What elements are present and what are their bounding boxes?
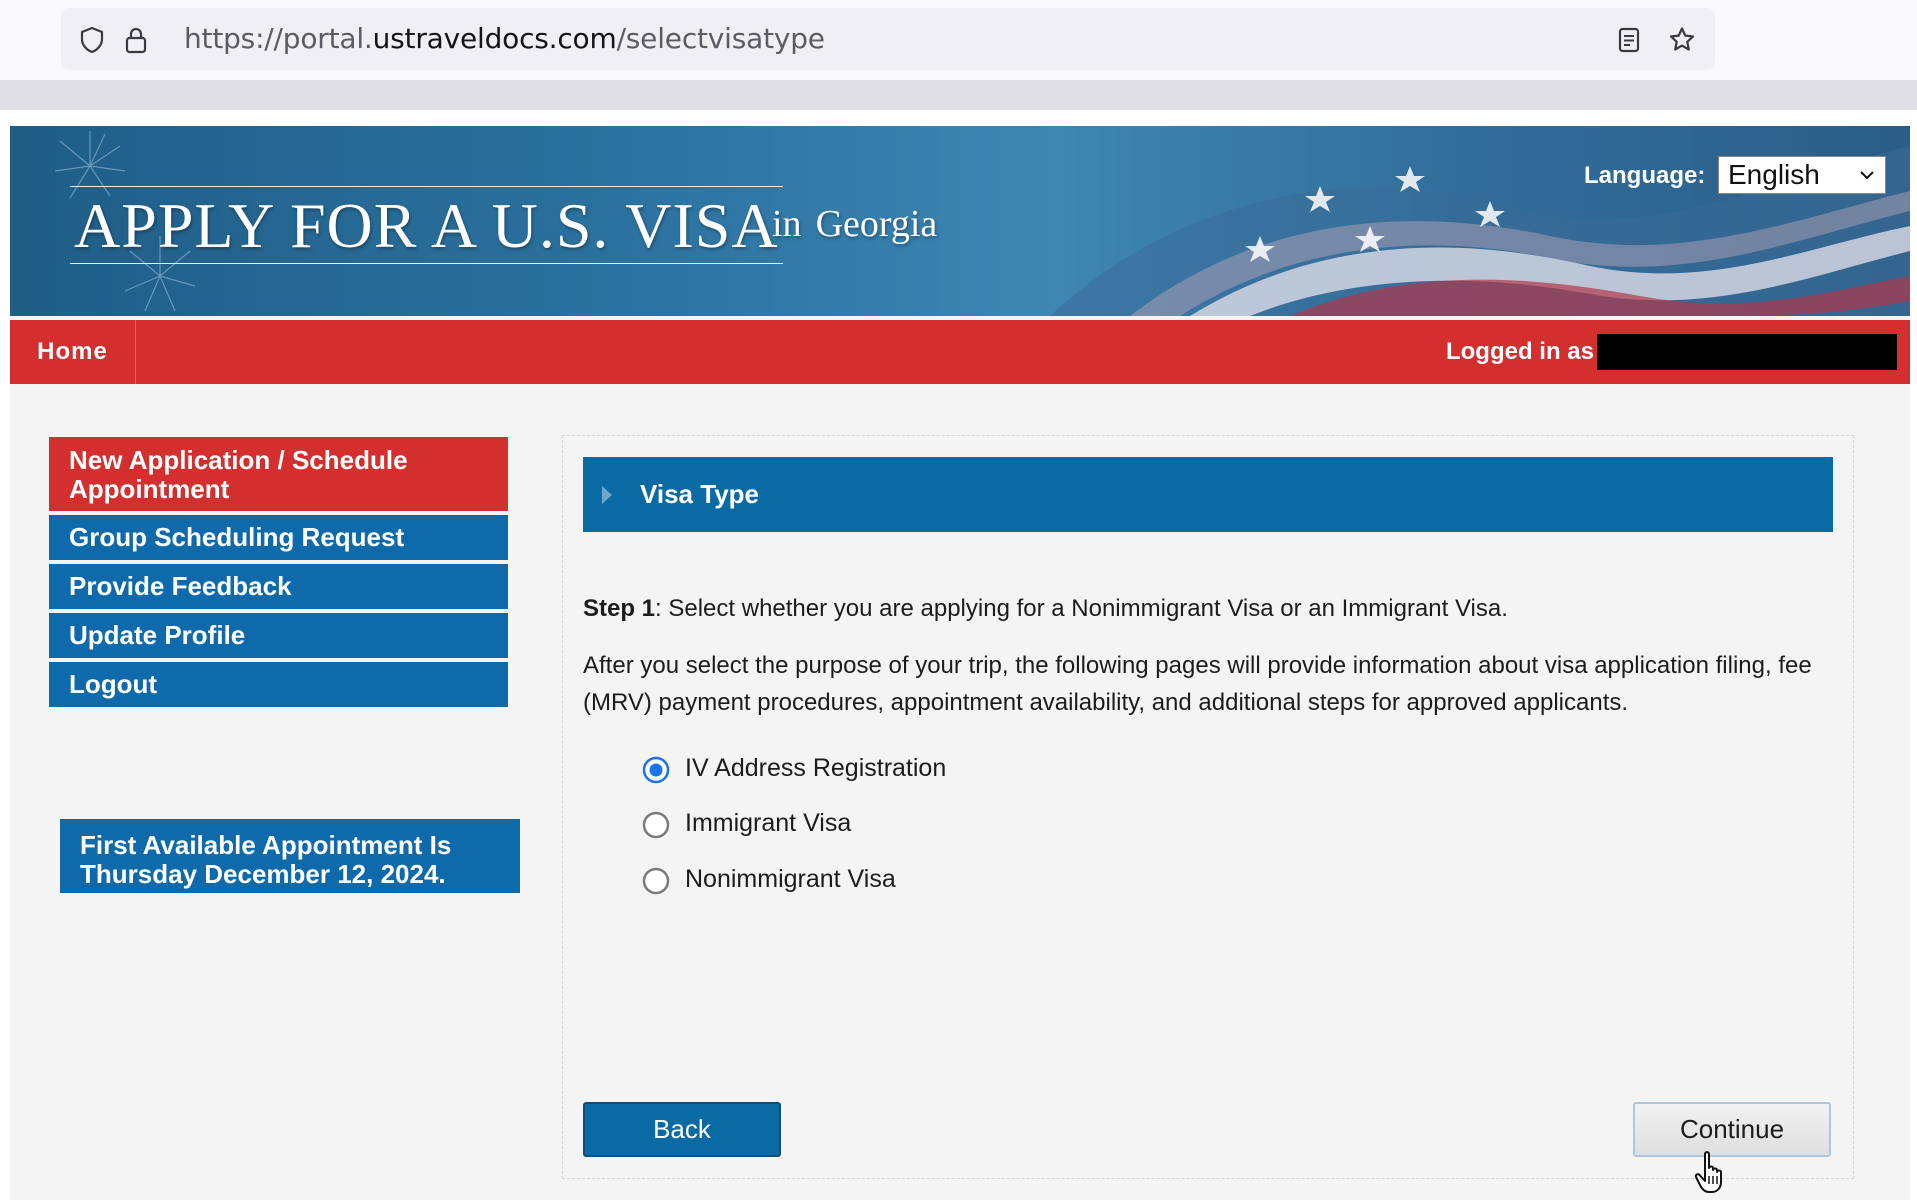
continue-button[interactable]: Continue <box>1633 1102 1831 1157</box>
language-value: English <box>1728 159 1820 190</box>
language-select[interactable]: English <box>1718 156 1886 194</box>
browser-chrome: https://portal.ustraveldocs.com/selectvi… <box>0 0 1917 110</box>
home-link[interactable]: Home <box>10 320 136 384</box>
hand-cursor-icon <box>1694 1151 1722 1193</box>
radio-label: Immigrant Visa <box>685 809 852 837</box>
header-banner: APPLY FOR A U.S. VISA in Georgia Language… <box>10 126 1910 316</box>
chevron-down-icon <box>1860 171 1874 180</box>
in-label: in <box>772 203 802 245</box>
expand-triangle-icon <box>602 486 612 504</box>
shield-icon[interactable] <box>77 25 107 55</box>
sidebar-item-group-scheduling[interactable]: Group Scheduling Request <box>49 515 508 560</box>
language-label: Language: <box>1584 162 1706 189</box>
site-title: APPLY FOR A U.S. VISA <box>74 190 779 261</box>
sidebar-item-provide-feedback[interactable]: Provide Feedback <box>49 564 508 609</box>
bookmark-star-icon[interactable] <box>1667 25 1697 55</box>
sidebar-item-logout[interactable]: Logout <box>49 662 508 707</box>
radio-unselected-icon[interactable] <box>642 811 670 839</box>
step-text: : Select whether you are applying for a … <box>655 595 1508 622</box>
country-name: Georgia <box>815 203 938 245</box>
radio-label: IV Address Registration <box>685 754 947 782</box>
site-title-box: APPLY FOR A U.S. VISA <box>70 186 783 264</box>
lock-icon[interactable] <box>121 25 151 55</box>
toolbar-strip <box>0 80 1917 110</box>
top-navbar: Home Logged in as <box>10 320 1910 384</box>
first-available-appointment: First Available Appointment Is Thursday … <box>60 819 520 893</box>
visa-type-title: Visa Type <box>640 479 759 509</box>
radio-unselected-icon[interactable] <box>642 867 670 895</box>
step-label: Step 1 <box>583 595 656 622</box>
country-indicator: in Georgia <box>772 202 937 246</box>
radio-label: Nonimmigrant Visa <box>685 865 896 893</box>
back-button[interactable]: Back <box>583 1102 781 1157</box>
step-description: After you select the purpose of your tri… <box>583 652 1812 716</box>
visa-type-header[interactable]: Visa Type <box>583 457 1833 532</box>
sidebar-item-update-profile[interactable]: Update Profile <box>49 613 508 658</box>
sidebar-item-new-application[interactable]: New Application / Schedule Appointment <box>49 437 508 511</box>
address-bar[interactable]: https://portal.ustraveldocs.com/selectvi… <box>61 8 1715 70</box>
step-instruction: Step 1: Select whether you are applying … <box>583 592 1508 626</box>
us-flag-graphic <box>1050 146 1910 316</box>
url-text[interactable]: https://portal.ustraveldocs.com/selectvi… <box>184 8 825 70</box>
redacted-username <box>1597 334 1897 370</box>
radio-selected-icon[interactable] <box>642 756 670 784</box>
reader-view-icon[interactable] <box>1614 25 1644 55</box>
logged-in-label: Logged in as <box>1445 338 1594 365</box>
